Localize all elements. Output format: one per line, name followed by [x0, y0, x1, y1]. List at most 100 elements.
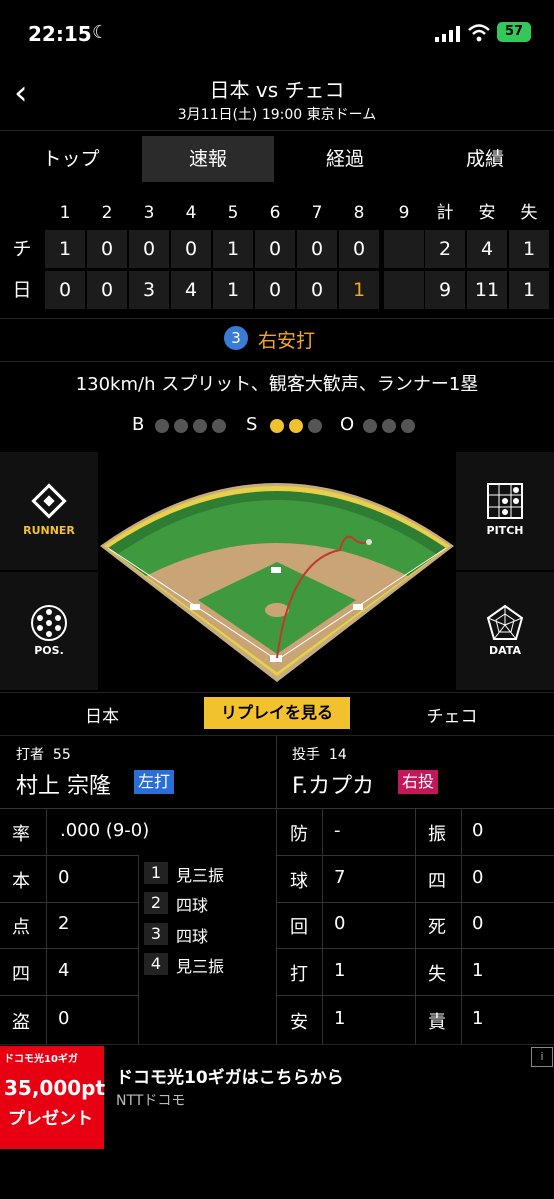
- stat-value: 0: [58, 867, 70, 888]
- ball-dot: [155, 419, 169, 433]
- score-cell: 0: [45, 271, 85, 309]
- inning-header: 3: [143, 203, 155, 223]
- count-indicator: B S O: [0, 412, 554, 440]
- ad-image-line3: プレゼント: [8, 1109, 93, 1129]
- batter-label-text: 打者: [16, 747, 44, 763]
- stat-value: 0: [334, 913, 346, 934]
- data-button[interactable]: DATA: [456, 572, 554, 690]
- inning-header: 1: [59, 203, 71, 223]
- ad-image[interactable]: ドコモ光10ギガ 35,000pt プレゼント: [0, 1046, 106, 1149]
- ad-image-line2: 35,000pt: [4, 1076, 106, 1100]
- team-left-japan[interactable]: 日本: [60, 702, 144, 727]
- play-description: 130km/h スプリット、観客大歓声、ランナー1塁: [75, 374, 479, 395]
- stat-value: 0: [472, 867, 484, 888]
- score-cell: 0: [87, 271, 127, 309]
- stat-value: 0: [472, 913, 484, 934]
- positions-icon: [31, 605, 67, 641]
- play-result: 右安打: [258, 330, 316, 352]
- team-abbr-czech: チ: [12, 238, 32, 260]
- divider: [138, 855, 139, 1044]
- moon-icon: ☾: [92, 22, 109, 43]
- divider: [322, 808, 323, 1044]
- divider: [0, 855, 138, 856]
- match-title: 日本 vs チェコ: [209, 78, 345, 102]
- score-cell-current: 1: [339, 271, 379, 309]
- home-plate: [270, 655, 282, 662]
- stat-key: 回: [290, 917, 308, 938]
- score-cell: 0: [171, 230, 211, 268]
- score-cell: 1: [213, 230, 253, 268]
- at-bat-number: 2: [144, 892, 168, 914]
- batter-hand-tag: 左打: [134, 770, 175, 794]
- radar-chart-icon: [486, 604, 524, 640]
- total-header: 計: [436, 203, 454, 223]
- stat-key: 盗: [12, 1012, 30, 1033]
- scoreboard: 1 2 3 4 5 6 7 8 9 計 安 失 チ 1 0 0 0 1 0 0 …: [0, 196, 554, 316]
- wifi-icon: [468, 24, 490, 42]
- errors-cell: 1: [509, 230, 549, 268]
- inning-header: 4: [185, 203, 197, 223]
- ball-dot: [212, 419, 226, 433]
- stat-value: 1: [334, 960, 346, 981]
- position-button[interactable]: POS.: [0, 572, 98, 690]
- hits-cell: 11: [467, 271, 507, 309]
- stat-value: 1: [472, 960, 484, 981]
- score-cell: 0: [87, 230, 127, 268]
- score-cell: 3: [129, 271, 169, 309]
- pos-label: POS.: [34, 644, 64, 657]
- divider: [0, 948, 138, 949]
- score-cell: 0: [297, 271, 337, 309]
- errors-cell: 1: [509, 271, 549, 309]
- stat-value: 0: [58, 1008, 70, 1029]
- out-dot: [401, 419, 415, 433]
- score-cell: [384, 271, 424, 309]
- inning-header: 5: [227, 203, 239, 223]
- stat-key: 四: [428, 871, 446, 892]
- baseball-field: [100, 483, 454, 682]
- total-cell: 9: [425, 271, 465, 309]
- stat-key: 本: [12, 871, 30, 892]
- pitch-button[interactable]: PITCH: [456, 452, 554, 570]
- divider: [0, 902, 138, 903]
- replay-button[interactable]: リプレイを見る: [204, 697, 350, 729]
- stat-value: 4: [58, 960, 70, 981]
- runner-button[interactable]: RUNNER: [0, 452, 98, 570]
- pitcher-label: 投手 14: [292, 744, 347, 764]
- stat-key: 振: [428, 824, 446, 845]
- diamond-icon: [31, 483, 67, 519]
- score-cell: 0: [339, 230, 379, 268]
- outs-label: O: [340, 414, 355, 435]
- strike-dot: [308, 419, 322, 433]
- stat-value: 0: [472, 820, 484, 841]
- first-base: [353, 604, 363, 610]
- ad-choices-icon[interactable]: i: [531, 1047, 553, 1067]
- inning-header: 9: [398, 203, 410, 223]
- inning-header: 7: [311, 203, 323, 223]
- ball-dot: [193, 419, 207, 433]
- team-right-czech[interactable]: チェコ: [410, 702, 494, 727]
- at-bat-result: 四球: [176, 927, 209, 946]
- status-time: 22:15: [28, 22, 92, 46]
- tab-live[interactable]: 速報: [142, 136, 274, 182]
- ball-dot: [174, 419, 188, 433]
- tab-stats[interactable]: 成績: [416, 136, 554, 182]
- ad-title[interactable]: ドコモ光10ギガはこちらから: [116, 1063, 344, 1088]
- pitch-label: PITCH: [486, 524, 524, 537]
- match-subtitle: 3月11日(土) 19:00 東京ドーム: [177, 107, 377, 123]
- inning-header: 8: [353, 203, 365, 223]
- score-cell: 0: [297, 230, 337, 268]
- divider: [276, 736, 277, 808]
- errors-header: 失: [520, 203, 538, 223]
- stat-key: 球: [290, 871, 308, 892]
- strike-dot: [270, 419, 284, 433]
- strike-dot: [289, 419, 303, 433]
- score-cell: 0: [255, 230, 295, 268]
- at-bat-number: 4: [144, 953, 168, 975]
- tab-progress[interactable]: 経過: [274, 136, 416, 182]
- stat-key: 打: [290, 964, 308, 985]
- stat-key: 防: [290, 824, 308, 845]
- batter-label: 打者 55: [16, 744, 71, 764]
- score-cell: 0: [255, 271, 295, 309]
- at-bat-result: 四球: [176, 896, 209, 915]
- tab-top[interactable]: トップ: [0, 136, 142, 182]
